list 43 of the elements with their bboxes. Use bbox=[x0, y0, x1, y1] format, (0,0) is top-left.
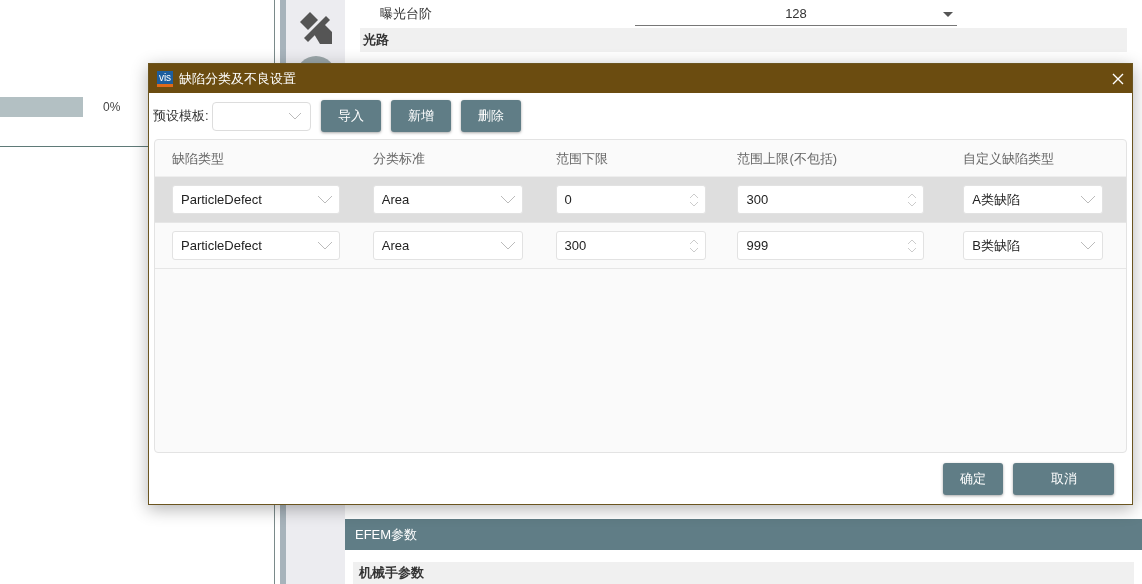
dialog-title: 缺陷分类及不良设置 bbox=[179, 69, 296, 88]
dropdown[interactable]: Area bbox=[372, 185, 523, 214]
chevron-down-icon bbox=[1080, 195, 1097, 204]
template-label: 预设模板: bbox=[153, 107, 209, 126]
chevron-down-icon bbox=[1080, 241, 1097, 250]
table-row[interactable]: ParticleDefect Area 0 300 A类缺陷 bbox=[155, 177, 1126, 223]
app-logo: vis bbox=[157, 70, 173, 87]
column-header: 范围上限(不包括) bbox=[737, 151, 838, 166]
confirm-button[interactable]: 确定 bbox=[943, 462, 1003, 495]
chevron-down-icon bbox=[499, 241, 516, 250]
close-icon[interactable] bbox=[1112, 72, 1124, 85]
section-title: 光路 bbox=[363, 31, 389, 50]
chevron-down-icon bbox=[317, 241, 333, 250]
chevron-down-icon bbox=[317, 195, 333, 204]
dropdown[interactable]: ParticleDefect bbox=[172, 231, 340, 260]
cancel-button[interactable]: 取消 bbox=[1013, 462, 1114, 495]
toolbar-button[interactable]: 导入 bbox=[320, 100, 381, 132]
dropdown[interactable]: A类缺陷 bbox=[963, 185, 1104, 214]
number-field[interactable]: 300 bbox=[555, 231, 706, 260]
section-title: 机械手参数 bbox=[359, 564, 424, 583]
number-field[interactable]: 0 bbox=[555, 185, 706, 214]
dropdown[interactable]: B类缺陷 bbox=[963, 231, 1104, 260]
spinner-arrows-icon[interactable] bbox=[907, 238, 918, 253]
column-header: 自定义缺陷类型 bbox=[963, 151, 1055, 166]
column-header: 缺陷类型 bbox=[172, 151, 224, 166]
toolbar-button[interactable]: 删除 bbox=[460, 100, 521, 132]
chevron-down-icon bbox=[499, 195, 516, 204]
chevron-down-icon bbox=[287, 112, 302, 120]
dropdown[interactable]: Area bbox=[372, 231, 523, 260]
spinner-arrows-icon[interactable] bbox=[688, 192, 699, 207]
number-field[interactable]: 300 bbox=[737, 185, 925, 214]
exposure-label: 曝光台阶 bbox=[380, 5, 433, 24]
dropdown[interactable]: ParticleDefect bbox=[172, 185, 340, 214]
spinner-arrows-icon[interactable] bbox=[907, 192, 918, 207]
exposure-dropdown[interactable]: 128 bbox=[635, 2, 957, 26]
template-dropdown[interactable] bbox=[211, 101, 311, 131]
toolbar-button[interactable]: 新增 bbox=[390, 100, 451, 132]
number-field[interactable]: 999 bbox=[737, 231, 925, 260]
column-header: 范围下限 bbox=[555, 151, 608, 166]
column-header: 分类标准 bbox=[372, 151, 425, 166]
spinner-arrows-icon[interactable] bbox=[688, 238, 699, 253]
progress-percent: 0% bbox=[103, 99, 121, 116]
section-header: EFEM参数 bbox=[355, 525, 418, 544]
